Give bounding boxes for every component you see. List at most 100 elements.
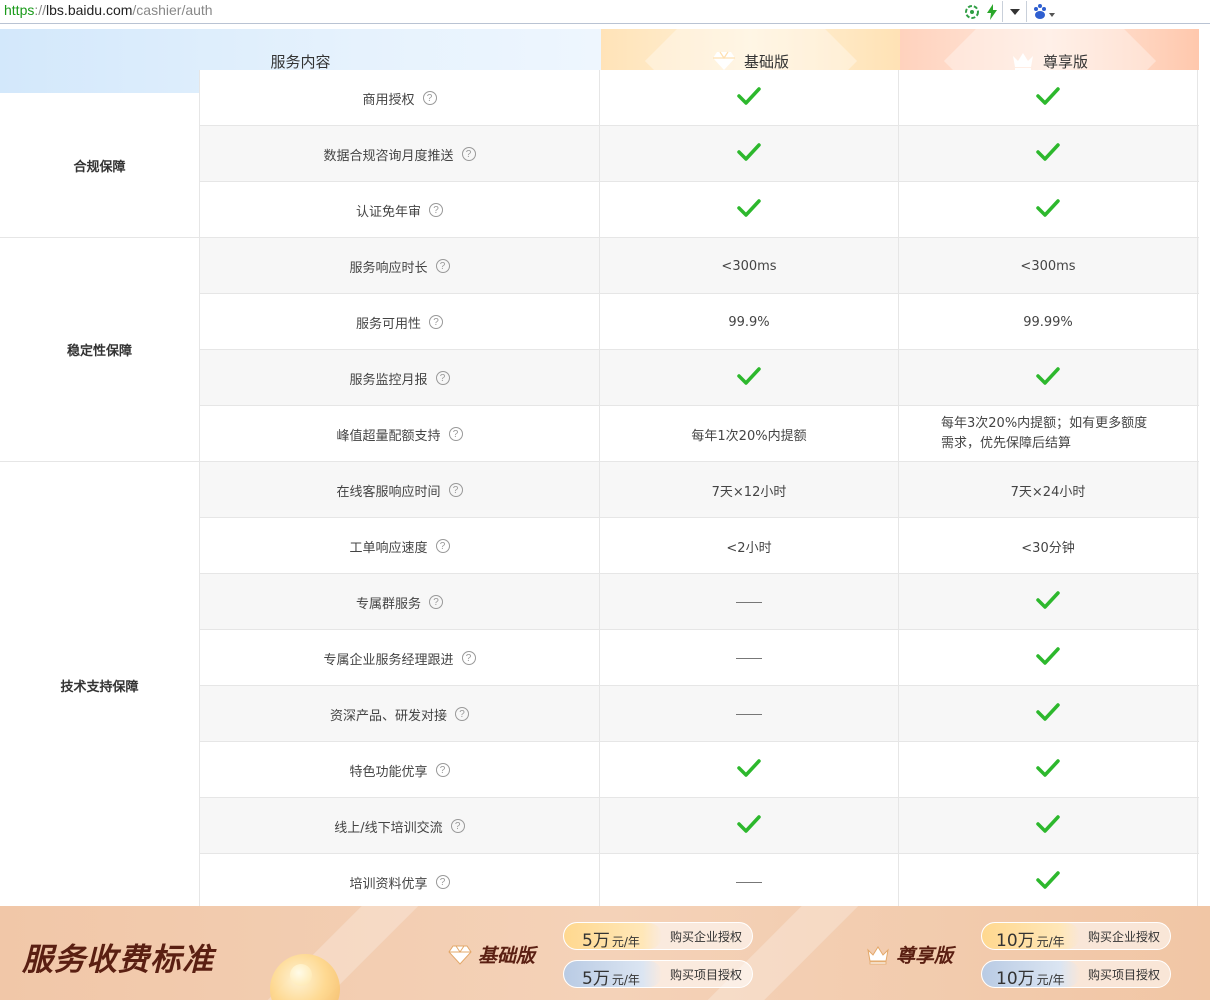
dropdown-icon[interactable] (1002, 1, 1026, 22)
help-icon[interactable]: ? (435, 371, 450, 385)
vip-enterprise-price: 10万 (996, 931, 1035, 950)
check-icon (737, 142, 761, 166)
basic-project-purchase[interactable]: 5万 元/年 购买项目授权 (563, 960, 753, 988)
feature-name-cell: 专属群服务? (199, 574, 600, 630)
check-icon (1036, 646, 1060, 670)
help-icon[interactable]: ? (435, 539, 450, 553)
feature-name: 认证免年审 (355, 204, 421, 220)
check-icon (1036, 142, 1060, 166)
url-host: lbs.baidu.com (46, 2, 133, 18)
feature-name-cell: 服务监控月报? (199, 350, 600, 406)
pricing-banner: 服务收费标准 基础版 5万 元/年 购买企业授权 5万 元/年 购买项目授权 尊享版… (0, 906, 1210, 1000)
basic-value-cell (600, 854, 899, 906)
price-unit: 元/年 (1036, 973, 1065, 987)
help-icon[interactable]: ? (448, 483, 463, 497)
vip-enterprise-purchase[interactable]: 10万 元/年 购买企业授权 (981, 922, 1171, 950)
basic-enterprise-button[interactable]: 购买企业授权 (662, 928, 742, 945)
help-icon[interactable]: ? (435, 763, 450, 777)
help-icon[interactable]: ? (461, 147, 476, 161)
group-compliance: 合规保障 (0, 93, 199, 238)
help-icon[interactable]: ? (422, 91, 437, 105)
banner-vip-label: 尊享版 (896, 945, 954, 967)
table-row: 在线客服响应时间? 7天×12小时 7天×24小时 (199, 462, 1199, 518)
basic-value-cell (600, 126, 899, 182)
refresh-icon[interactable] (962, 1, 982, 22)
check-icon (737, 198, 761, 222)
table-row: 专属企业服务经理跟进? (199, 630, 1199, 686)
feature-name: 工单响应速度 (349, 540, 428, 556)
help-icon[interactable]: ? (448, 427, 463, 441)
help-icon[interactable]: ? (435, 259, 450, 273)
check-icon (1036, 198, 1060, 222)
vip-value-cell: 7天×24小时 (899, 462, 1198, 518)
feature-name: 培训资料优享 (349, 876, 428, 892)
vip-value-cell (899, 798, 1198, 854)
check-icon (737, 814, 761, 838)
feature-name-cell: 认证免年审? (199, 182, 600, 238)
basic-value-cell: 7天×12小时 (600, 462, 899, 518)
help-icon[interactable]: ? (435, 875, 450, 889)
table-row: 专属群服务? (199, 574, 1199, 630)
vip-value-cell (899, 126, 1198, 182)
crown-icon (867, 945, 889, 964)
basic-project-button[interactable]: 购买项目授权 (662, 966, 742, 983)
feature-name: 在线客服响应时间 (336, 484, 441, 500)
vip-enterprise-button[interactable]: 购买企业授权 (1080, 928, 1160, 945)
baidu-paw-icon[interactable] (1026, 1, 1060, 22)
help-icon[interactable]: ? (429, 595, 443, 609)
table-row: 培训资料优享? (199, 854, 1199, 906)
vip-value: <300ms (1020, 258, 1076, 274)
price-unit: 元/年 (611, 973, 640, 987)
basic-value-cell (600, 742, 899, 798)
basic-project-price: 5万 (582, 969, 610, 988)
lightning-icon[interactable] (982, 1, 1002, 22)
basic-value-cell: 99.9% (600, 294, 899, 350)
check-icon (1036, 366, 1060, 390)
check-icon (1036, 86, 1060, 110)
header-service-label: 服务内容 (270, 52, 331, 71)
help-icon[interactable]: ? (461, 651, 476, 665)
basic-value-cell: 每年1次20%内提额 (600, 406, 899, 462)
vip-value-cell: <30分钟 (899, 518, 1198, 574)
feature-name-cell: 专属企业服务经理跟进? (199, 630, 600, 686)
help-icon[interactable]: ? (429, 315, 443, 329)
vip-value-cell (899, 630, 1198, 686)
basic-value-cell (600, 630, 899, 686)
url-text[interactable]: https://lbs.baidu.com/cashier/auth (4, 2, 213, 18)
table-row: 服务监控月报? (199, 350, 1199, 406)
table-row: 服务可用性? 99.9% 99.99% (199, 294, 1199, 350)
address-bar[interactable]: https://lbs.baidu.com/cashier/auth (0, 0, 1210, 24)
vip-project-purchase[interactable]: 10万 元/年 购买项目授权 (981, 960, 1171, 988)
table-row: 资深产品、研发对接? (199, 686, 1199, 742)
help-icon[interactable]: ? (450, 819, 465, 833)
feature-name: 专属群服务 (355, 596, 421, 612)
feature-name: 特色功能优享 (349, 764, 428, 780)
address-bar-icons (962, 1, 1060, 22)
feature-name-cell: 服务响应时长? (199, 238, 600, 294)
vip-project-button[interactable]: 购买项目授权 (1080, 966, 1160, 983)
dash-icon (736, 601, 762, 603)
check-icon (1036, 590, 1060, 614)
check-icon (737, 366, 761, 390)
feature-name-cell: 特色功能优享? (199, 742, 600, 798)
feature-name: 服务可用性 (355, 316, 421, 332)
feature-name-cell: 在线客服响应时间? (199, 462, 600, 518)
feature-name: 数据合规咨询月度推送 (323, 148, 454, 164)
basic-enterprise-purchase[interactable]: 5万 元/年 购买企业授权 (563, 922, 753, 950)
vip-value: 7天×24小时 (1010, 484, 1086, 500)
vip-value: 99.99% (1023, 314, 1073, 330)
group-stability: 稳定性保障 (0, 238, 199, 462)
url-scheme: https (4, 2, 35, 18)
basic-value: <300ms (721, 258, 777, 274)
basic-value-cell (600, 686, 899, 742)
feature-name: 服务监控月报 (349, 372, 428, 388)
header-vip-label: 尊享版 (1042, 52, 1088, 71)
feature-name-cell: 数据合规咨询月度推送? (199, 126, 600, 182)
feature-name: 专属企业服务经理跟进 (323, 652, 454, 668)
basic-value: <2小时 (726, 540, 772, 556)
diamond-icon (712, 51, 735, 70)
help-icon[interactable]: ? (429, 203, 443, 217)
help-icon[interactable]: ? (455, 707, 469, 721)
dash-icon (736, 713, 762, 715)
feature-name-cell: 培训资料优享? (199, 854, 600, 906)
